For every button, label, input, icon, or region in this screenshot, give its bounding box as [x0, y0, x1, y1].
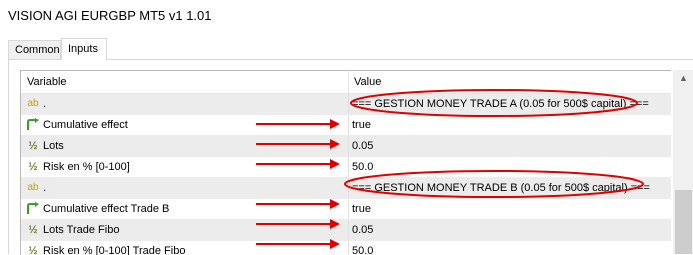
double-type-icon: ½: [28, 140, 38, 152]
vertical-scrollbar[interactable]: ▲: [673, 70, 693, 254]
double-type-icon: ½: [28, 161, 38, 173]
text-type-icon: ab: [27, 182, 39, 193]
cell-divider: [348, 115, 349, 135]
cell-divider: [348, 178, 349, 198]
cell-divider: [348, 94, 349, 114]
tab-inputs[interactable]: Inputs: [61, 38, 107, 60]
column-divider[interactable]: [348, 71, 349, 93]
cell-divider: [348, 199, 349, 219]
variable-value[interactable]: true: [352, 115, 371, 135]
bool-arrow-icon: [25, 115, 41, 138]
table-row[interactable]: ½ Lots 0.05: [21, 136, 671, 157]
table-row[interactable]: Cumulative effect true: [21, 115, 671, 136]
text-type-icon: ab: [27, 98, 39, 109]
column-header-value[interactable]: Value: [354, 71, 381, 93]
scroll-thumb[interactable]: [675, 190, 692, 254]
bool-arrow-icon: [25, 199, 41, 222]
cell-divider: [348, 136, 349, 156]
variable-name: Lots: [43, 140, 64, 152]
scroll-up-icon[interactable]: ▲: [673, 70, 693, 87]
cell-divider: [348, 220, 349, 240]
variable-value[interactable]: true: [352, 199, 371, 219]
table-row[interactable]: ab. === GESTION MONEY TRADE A (0.05 for 5…: [21, 94, 671, 115]
table-row[interactable]: Cumulative effect Trade B true: [21, 199, 671, 220]
variable-name: .: [43, 98, 47, 110]
variable-value[interactable]: === GESTION MONEY TRADE B (0.05 for 500$…: [352, 178, 650, 198]
variable-value[interactable]: === GESTION MONEY TRADE A (0.05 for 500$…: [352, 94, 649, 114]
cell-divider: [348, 157, 349, 177]
variable-name: Cumulative effect Trade B: [43, 203, 170, 215]
table-row[interactable]: ab. === GESTION MONEY TRADE B (0.05 for 5…: [21, 178, 671, 199]
tab-bar: Common Inputs: [8, 38, 693, 60]
table-row[interactable]: ½ Lots Trade Fibo 0.05: [21, 220, 671, 241]
double-type-icon: ½: [28, 224, 38, 236]
variable-value[interactable]: 0.05: [352, 136, 373, 156]
variable-name: Cumulative effect: [43, 119, 128, 131]
variable-name: .: [43, 182, 47, 194]
variable-name: Lots Trade Fibo: [43, 224, 120, 236]
inputs-table: Variable Value ab. === GESTION MONEY TRAD…: [20, 70, 671, 255]
table-row[interactable]: ½ Risk en % [0-100] 50.0: [21, 157, 671, 178]
tab-common[interactable]: Common: [8, 40, 61, 59]
table-body: ab. === GESTION MONEY TRADE A (0.05 for 5…: [21, 94, 671, 255]
variable-name: Risk en % [0-100]: [43, 161, 130, 173]
window-title: VISION AGI EURGBP MT5 v1 1.01: [8, 8, 212, 23]
variable-value[interactable]: 50.0: [352, 157, 373, 177]
column-header-variable[interactable]: Variable: [27, 71, 67, 93]
variable-value[interactable]: 0.05: [352, 220, 373, 240]
inputs-panel: Variable Value ab. === GESTION MONEY TRAD…: [8, 59, 693, 255]
table-header: Variable Value: [21, 71, 671, 94]
